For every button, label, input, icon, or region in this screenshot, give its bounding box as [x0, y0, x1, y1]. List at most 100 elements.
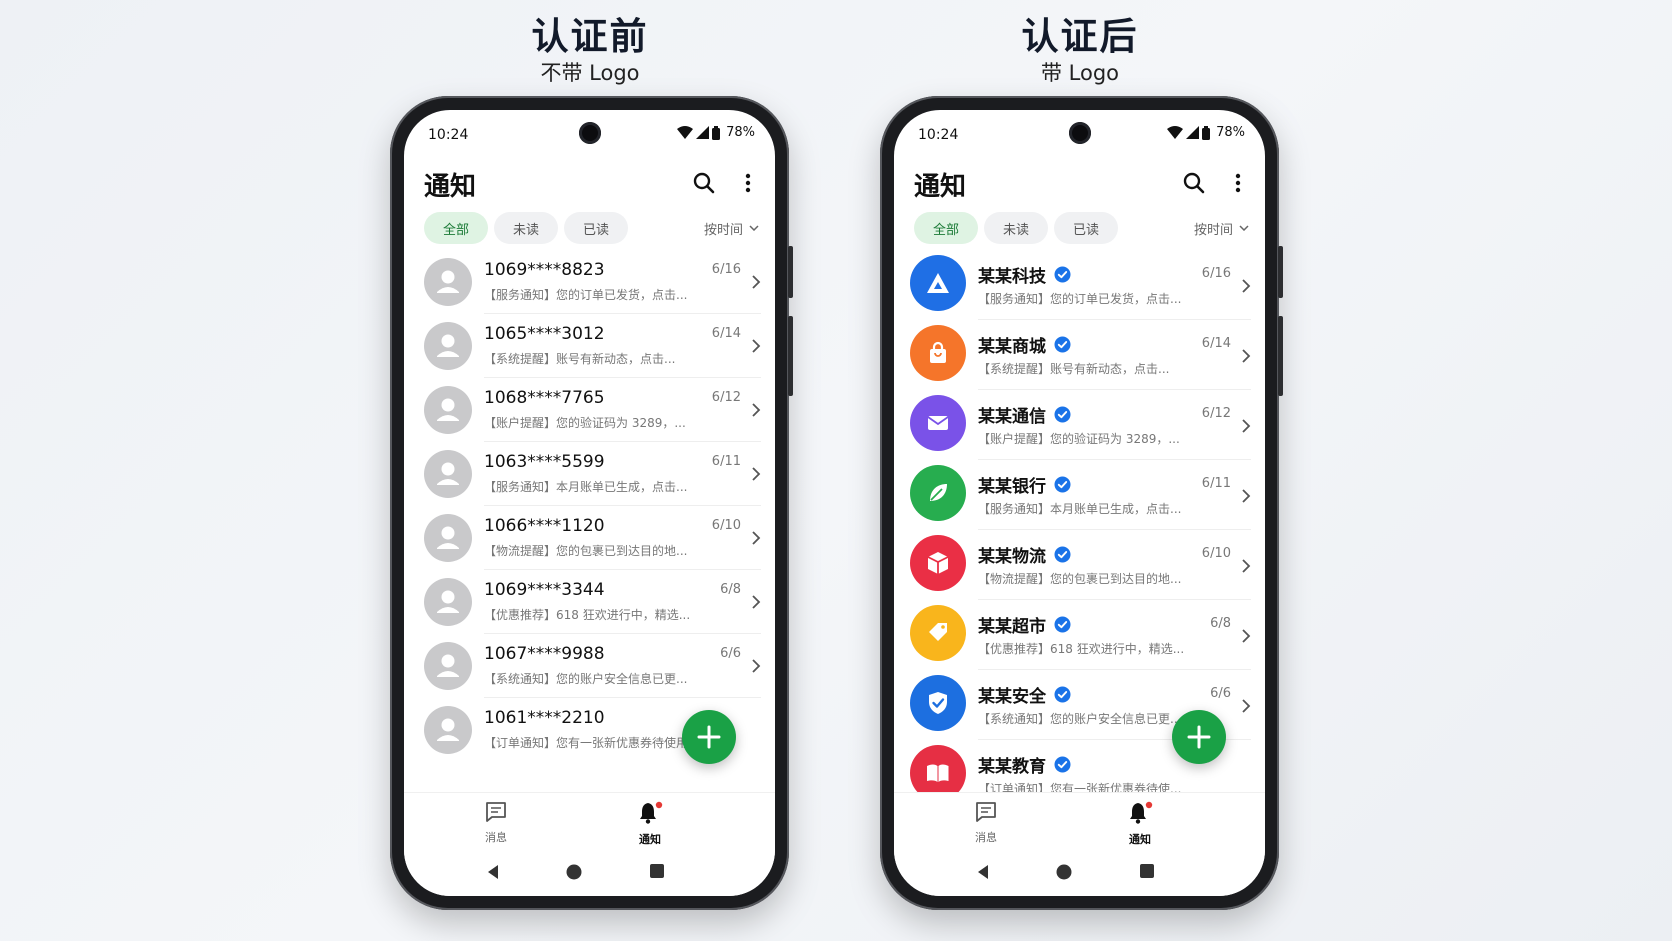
notification-list: 某某科技 【服务通知】您的订单已发货，点击... 6/16 某某商城【系统提醒】账号有…: [894, 250, 1265, 792]
filter-unread[interactable]: 未读: [984, 212, 1048, 244]
after-verification-panel: 认证后 带 Logo 10:24 78% 通知 全部 未读 已读 按时间 某某科…: [870, 0, 1290, 910]
message-preview: 【系统提醒】账号有新动态，点击...: [978, 362, 1170, 376]
sort-label: 按时间: [703, 222, 743, 238]
list-item[interactable]: 1069****8823 【服务通知】您的订单已发货，点击... 6/16: [404, 250, 775, 314]
chevron-right-icon: [1242, 559, 1251, 573]
chevron-right-icon: [1242, 279, 1251, 293]
front-camera: [578, 122, 601, 144]
panel-subtitle: 不带 Logo: [540, 61, 640, 85]
default-avatar-icon: [424, 258, 472, 306]
sender-row-title: 某某物流: [978, 542, 1071, 567]
chevron-right-icon: [752, 467, 761, 481]
wifi-icon: [1167, 126, 1184, 139]
message-preview: 【优惠推荐】618 狂欢进行中，精选...: [978, 642, 1185, 656]
chevron-right-icon: [752, 595, 761, 609]
verified-badge-icon: [1054, 266, 1071, 283]
home-nav-icon[interactable]: [566, 864, 582, 880]
more-options-button[interactable]: [733, 168, 763, 198]
chevron-right-icon: [752, 659, 761, 673]
filter-read[interactable]: 已读: [564, 212, 628, 244]
nav-messages[interactable]: 消息: [456, 801, 536, 845]
chevron-right-icon: [1242, 489, 1251, 503]
message-icon: [976, 802, 996, 822]
list-item[interactable]: 1065****3012 【系统提醒】账号有新动态，点击... 6/14: [404, 314, 775, 378]
message-date: 6/6: [720, 646, 741, 661]
system-nav-bar: [894, 864, 1265, 884]
more-options-button[interactable]: [1223, 168, 1253, 198]
message-date: 6/6: [1210, 686, 1231, 701]
message-preview: 【服务通知】本月账单已生成，点击...: [484, 480, 688, 494]
message-date: 6/12: [1201, 406, 1231, 421]
home-nav-icon[interactable]: [1056, 864, 1072, 880]
message-preview: 【系统提醒】账号有新动态，点击...: [484, 352, 676, 366]
message-date: 6/16: [711, 262, 741, 277]
wifi-icon: [677, 126, 694, 139]
add-button[interactable]: [1172, 710, 1226, 764]
search-button[interactable]: [689, 168, 719, 198]
message-preview: 【系统通知】您的账户安全信息已更...: [484, 672, 688, 686]
volume-button: [1278, 246, 1283, 298]
sender-name: 某某商城: [978, 337, 1046, 357]
verified-badge-icon: [1054, 476, 1071, 493]
sender-row-title: 某某教育: [978, 752, 1071, 777]
list-item[interactable]: 某某物流 【物流提醒】您的包裹已到达目的地... 6/10: [894, 530, 1265, 600]
filter-unread[interactable]: 未读: [494, 212, 558, 244]
sender-row-title: 某某安全: [978, 682, 1071, 707]
list-item[interactable]: 某某银行 【服务通知】本月账单已生成，点击... 6/11: [894, 460, 1265, 530]
sort-dropdown[interactable]: 按时间: [704, 212, 759, 244]
message-preview: 【账户提醒】您的验证码为 3289，...: [484, 416, 686, 430]
sender-name: 1068****7765: [484, 388, 605, 408]
list-item[interactable]: 1067****9988 【系统通知】您的账户安全信息已更... 6/6: [404, 634, 775, 698]
sender-row-title: 某某银行: [978, 472, 1071, 497]
more-vertical-icon: [1235, 173, 1241, 193]
nav-notifications[interactable]: 通知: [610, 801, 690, 847]
recents-nav-icon[interactable]: [1140, 864, 1154, 878]
list-item[interactable]: 1066****1120 【物流提醒】您的包裹已到达目的地... 6/10: [404, 506, 775, 570]
add-button[interactable]: [682, 710, 736, 764]
chevron-right-icon: [1242, 349, 1251, 363]
list-item[interactable]: 某某超市 【优惠推荐】618 狂欢进行中，精选... 6/8: [894, 600, 1265, 670]
sender-name: 某某超市: [978, 617, 1046, 637]
more-vertical-icon: [745, 173, 751, 193]
verified-badge-icon: [1054, 616, 1071, 633]
list-item[interactable]: 1063****5599 【服务通知】本月账单已生成，点击... 6/11: [404, 442, 775, 506]
phone-frame: 10:24 78% 通知 全部 未读: [390, 96, 793, 910]
signal-icon: [1186, 126, 1200, 139]
page-title: 通知: [424, 172, 477, 202]
sender-name: 某某教育: [978, 757, 1046, 777]
list-item[interactable]: 1068****7765 【账户提醒】您的验证码为 3289，... 6/12: [404, 378, 775, 442]
plus-icon: [1187, 725, 1211, 749]
sort-dropdown[interactable]: 按时间: [1194, 212, 1249, 244]
sender-row-title: 某某科技: [978, 262, 1071, 287]
volume-button: [788, 246, 793, 298]
status-time: 10:24: [428, 127, 469, 143]
nav-notifications[interactable]: 通知: [1100, 801, 1180, 847]
list-item[interactable]: 1069****3344 【优惠推荐】618 狂欢进行中，精选... 6/8: [404, 570, 775, 634]
sender-name: 1067****9988: [484, 644, 605, 664]
list-item[interactable]: 某某科技 【服务通知】您的订单已发货，点击... 6/16: [894, 250, 1265, 320]
recents-nav-icon[interactable]: [650, 864, 664, 878]
panel-subtitle: 带 Logo: [1040, 61, 1120, 85]
message-date: 6/8: [720, 582, 741, 597]
chevron-right-icon: [752, 403, 761, 417]
back-nav-icon[interactable]: [976, 864, 990, 880]
list-item[interactable]: 某某商城 【系统提醒】账号有新动态，点击... 6/14: [894, 320, 1265, 390]
list-item[interactable]: 某某通信 【账户提醒】您的验证码为 3289，... 6/12: [894, 390, 1265, 460]
filter-all[interactable]: 全部: [914, 212, 978, 244]
filter-all[interactable]: 全部: [424, 212, 488, 244]
battery-icon: [712, 125, 721, 140]
power-button: [788, 316, 793, 396]
power-button: [1278, 316, 1283, 396]
shopping-bag-icon: [910, 325, 966, 381]
back-nav-icon[interactable]: [486, 864, 500, 880]
nav-messages[interactable]: 消息: [946, 801, 1026, 845]
search-icon: [1183, 172, 1205, 194]
verified-badge-icon: [1054, 406, 1071, 423]
search-button[interactable]: [1179, 168, 1209, 198]
sender-name: 1065****3012: [484, 324, 605, 344]
message-date: 6/11: [711, 454, 741, 469]
nav-notifications-label: 通知: [1129, 833, 1151, 846]
filter-read[interactable]: 已读: [1054, 212, 1118, 244]
leaf-icon: [910, 465, 966, 521]
battery-percent: 78%: [1216, 125, 1245, 140]
